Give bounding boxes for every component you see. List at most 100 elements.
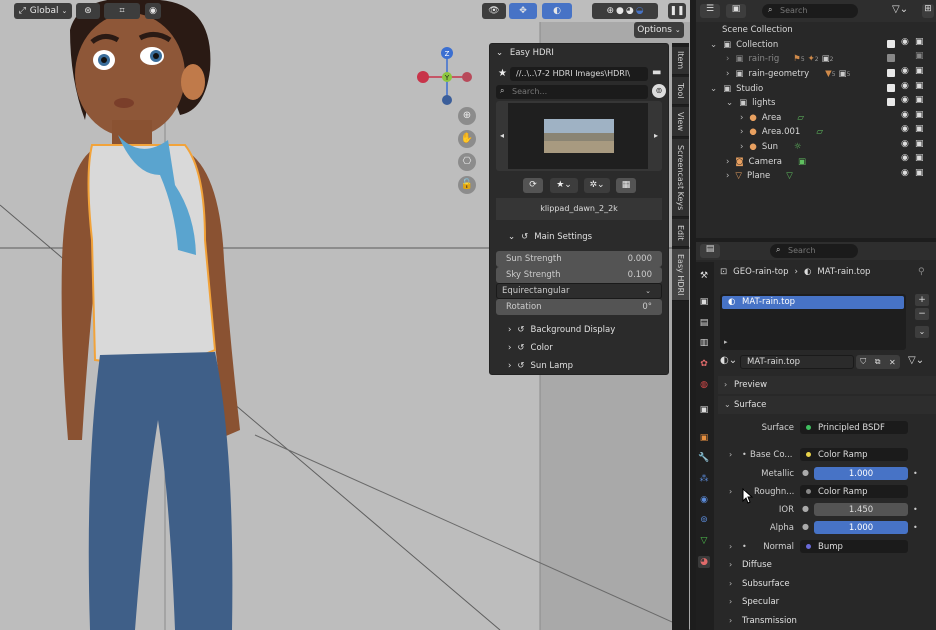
material-slot-item[interactable]: ◐ MAT-rain.top bbox=[722, 296, 904, 309]
render-camera-icon[interactable]: ▣ bbox=[915, 139, 924, 149]
shading-mode-buttons[interactable]: ⊕ ● ◕ ◒ bbox=[592, 3, 658, 19]
collection-tab-icon[interactable]: ▣ bbox=[698, 404, 710, 416]
snapping-button[interactable]: ⌗ bbox=[104, 3, 140, 19]
eye-icon[interactable]: ◉ bbox=[901, 81, 909, 91]
scene-tab-icon[interactable]: ✿ bbox=[698, 358, 710, 370]
physics-tab-icon[interactable]: ◉ bbox=[698, 494, 710, 506]
favorite-star-icon[interactable]: ★ bbox=[498, 68, 507, 79]
settings-dropdown[interactable]: ✲⌄ bbox=[584, 178, 610, 193]
eye-icon[interactable]: ◉ bbox=[901, 153, 909, 163]
sun-strength-slider[interactable]: Sun Strength 0.000 bbox=[496, 251, 662, 267]
transmission-section[interactable]: Transmission bbox=[742, 616, 797, 626]
subsurface-section[interactable]: Subsurface bbox=[742, 579, 790, 589]
sky-strength-slider[interactable]: Sky Strength 0.100 bbox=[496, 267, 662, 283]
render-camera-icon[interactable]: ▣ bbox=[915, 153, 924, 163]
previous-arrow-icon[interactable]: ◂ bbox=[500, 131, 504, 140]
chevron-right-icon[interactable]: › bbox=[729, 597, 732, 606]
next-arrow-icon[interactable]: ▸ bbox=[654, 131, 658, 140]
render-camera-icon[interactable]: ▣ bbox=[915, 37, 924, 47]
sun-lamp-header[interactable]: › ↺ Sun Lamp bbox=[508, 361, 573, 371]
exclude-checkbox[interactable] bbox=[887, 98, 895, 106]
material-tab-icon[interactable]: ◕ bbox=[698, 556, 710, 568]
tab-edit[interactable]: Edit bbox=[672, 219, 689, 247]
eye-icon[interactable]: ◉ bbox=[901, 110, 909, 120]
pivot-point-button[interactable]: ⊛ bbox=[76, 3, 100, 19]
material-name-field[interactable]: MAT-rain.top bbox=[740, 355, 854, 369]
checker-button[interactable]: ▦ bbox=[616, 178, 636, 193]
outliner-row-collection[interactable]: ⌄ ▣ Collection bbox=[696, 38, 936, 53]
chevron-right-icon[interactable]: › bbox=[729, 579, 732, 588]
editor-type-button[interactable]: ☰ bbox=[700, 4, 720, 18]
tab-item[interactable]: Item bbox=[672, 47, 689, 75]
outliner-row-rain-geometry[interactable]: › ▣ rain-geometry ▼ 5 ▣ 5 bbox=[696, 67, 936, 82]
outliner-row-area-001[interactable]: › ● Area.001 ▱ bbox=[696, 125, 936, 140]
outliner-row-scene-collection[interactable]: Scene Collection bbox=[696, 23, 936, 38]
chevron-right-icon[interactable]: › bbox=[729, 487, 732, 496]
view-layer-tab-icon[interactable]: ▥ bbox=[698, 337, 710, 349]
panel-header[interactable]: ⌄ Easy HDRI bbox=[496, 48, 554, 58]
render-camera-icon[interactable]: ▣ bbox=[915, 51, 924, 61]
alpha-slider[interactable]: 1.000 bbox=[814, 521, 908, 534]
browse-material-button[interactable]: ◐⌄ bbox=[720, 355, 737, 366]
hdri-search-input[interactable]: ⌕ Search... bbox=[496, 85, 648, 99]
play-icon[interactable]: ▸ bbox=[724, 338, 728, 346]
eye-icon[interactable]: ◉ bbox=[901, 124, 909, 134]
eye-icon[interactable]: ◉ bbox=[901, 139, 909, 149]
wrench-icon[interactable]: 🔧 bbox=[698, 452, 710, 464]
render-tab-icon[interactable]: ▣ bbox=[698, 296, 710, 308]
render-camera-icon[interactable]: ▣ bbox=[915, 168, 924, 178]
particles-tab-icon[interactable]: ⁂ bbox=[698, 473, 710, 485]
normal-input[interactable]: Bump bbox=[800, 540, 908, 553]
roughness-input[interactable]: Color Ramp bbox=[800, 485, 908, 498]
lock-camera-button[interactable]: 🔓 bbox=[458, 176, 476, 194]
outliner-row-rain-rig[interactable]: › ▣ rain-rig ⚑ 5 ✦ 2 ▣ 2 bbox=[696, 52, 936, 67]
new-collection-button[interactable]: ⊞ bbox=[922, 4, 934, 18]
eye-icon[interactable]: ◉ bbox=[901, 66, 909, 76]
navigation-gizmo[interactable]: Z Y bbox=[416, 44, 478, 106]
visibility-button[interactable]: 👁 bbox=[482, 3, 506, 19]
exclude-checkbox[interactable] bbox=[887, 69, 895, 77]
pan-button[interactable]: ✋ bbox=[458, 130, 476, 148]
background-display-header[interactable]: › ↺ Background Display bbox=[508, 325, 615, 335]
properties-search-input[interactable]: ⌕ Search bbox=[770, 244, 858, 258]
preview-section[interactable]: › Preview bbox=[718, 376, 936, 394]
outliner-row-area[interactable]: › ● Area ▱ bbox=[696, 111, 936, 126]
output-tab-icon[interactable]: ▤ bbox=[698, 317, 710, 329]
render-camera-icon[interactable]: ▣ bbox=[915, 81, 924, 91]
exclude-checkbox[interactable] bbox=[887, 84, 895, 92]
eye-icon[interactable]: ◉ bbox=[901, 37, 909, 47]
object-tab-icon[interactable]: ▣ bbox=[698, 432, 710, 444]
duplicate-icon[interactable]: ⧉ bbox=[875, 357, 881, 367]
folder-icon[interactable]: ▬ bbox=[652, 67, 661, 78]
render-camera-icon[interactable]: ▣ bbox=[915, 95, 924, 105]
rotation-slider[interactable]: Rotation 0° bbox=[496, 299, 662, 315]
tab-screencast-keys[interactable]: Screencast Keys bbox=[672, 139, 689, 217]
hdri-thumbnail[interactable] bbox=[544, 119, 614, 153]
exclude-checkbox[interactable] bbox=[887, 54, 895, 62]
base-color-input[interactable]: Color Ramp bbox=[800, 448, 908, 461]
surface-shader-field[interactable]: Principled BSDF bbox=[800, 421, 908, 434]
chevron-right-icon[interactable]: › bbox=[729, 542, 732, 551]
outliner-row-plane[interactable]: › ▽ Plane ▽ bbox=[696, 169, 936, 184]
overlays-toggle-button[interactable]: ◐ bbox=[542, 3, 572, 19]
world-tab-icon[interactable]: ◍ bbox=[698, 379, 710, 391]
surface-section[interactable]: ⌄ Surface bbox=[718, 396, 936, 414]
world-icon[interactable]: ⊚ bbox=[652, 84, 666, 98]
eye-icon[interactable]: ◉ bbox=[901, 95, 909, 105]
color-header[interactable]: › ↺ Color bbox=[508, 343, 553, 353]
remove-slot-button[interactable]: − bbox=[915, 308, 929, 320]
eye-icon[interactable]: ◉ bbox=[901, 168, 909, 178]
tab-tool[interactable]: Tool bbox=[672, 77, 689, 105]
zoom-button[interactable]: ⊕ bbox=[458, 107, 476, 125]
gizmo-toggle-button[interactable]: ✥ bbox=[509, 3, 537, 19]
ior-slider[interactable]: 1.450 bbox=[814, 503, 908, 516]
transform-orientation-dropdown[interactable]: ⤢ Global ⌄ bbox=[14, 3, 72, 19]
proportional-editing-button[interactable]: ◉ bbox=[145, 3, 161, 19]
outliner-row-studio[interactable]: ⌄ ▣ Studio bbox=[696, 81, 936, 96]
chevron-right-icon[interactable]: › bbox=[729, 450, 732, 459]
constraints-tab-icon[interactable]: ⊚ bbox=[698, 514, 710, 526]
exclude-checkbox[interactable] bbox=[887, 40, 895, 48]
outliner-row-sun[interactable]: › ● Sun ☼ bbox=[696, 140, 936, 155]
outliner-row-lights[interactable]: ⌄ ▣ lights bbox=[696, 96, 936, 111]
tab-view[interactable]: View bbox=[672, 107, 689, 137]
